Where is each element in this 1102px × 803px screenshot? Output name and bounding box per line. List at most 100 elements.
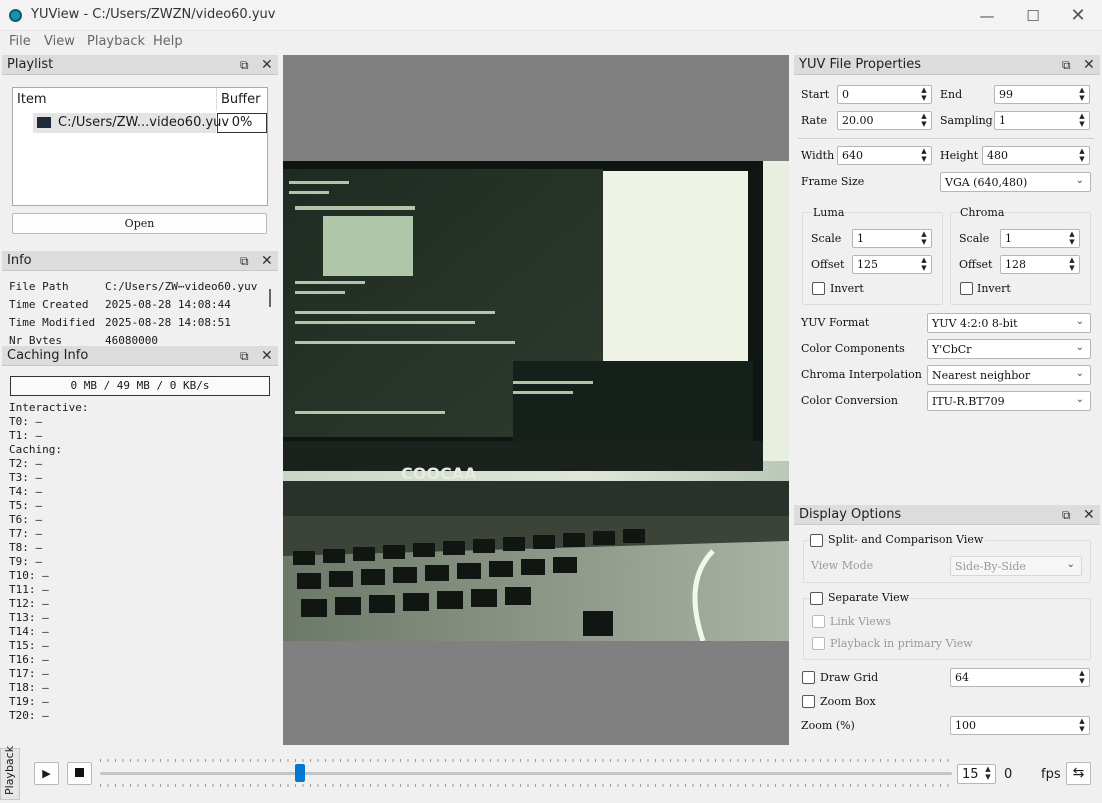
- playback-dock-tab[interactable]: Playback: [0, 746, 20, 800]
- separate-view-checkbox[interactable]: [810, 592, 823, 605]
- color-components-value: Y'CbCr: [932, 343, 972, 356]
- thread-row: T15: –: [9, 639, 49, 652]
- playlist-close-icon[interactable]: ✕: [261, 57, 273, 73]
- color-components-select[interactable]: Y'CbCr ⌄: [927, 339, 1091, 359]
- thread-row: T3: –: [9, 471, 43, 484]
- spin-arrows-icon[interactable]: ▲ ▼: [983, 765, 993, 782]
- slider-handle[interactable]: [295, 764, 305, 782]
- thread-row: T6: –: [9, 513, 43, 526]
- thread-row: T20: –: [9, 709, 49, 722]
- repeat-button[interactable]: ⇆: [1066, 762, 1091, 785]
- grid-size-spinbox[interactable]: 64 ▲ ▼: [950, 668, 1090, 687]
- open-button[interactable]: Open: [12, 213, 267, 234]
- width-spinbox[interactable]: 640 ▲ ▼: [837, 146, 932, 165]
- chroma-invert-checkbox[interactable]: [960, 282, 973, 295]
- caching-caching-label: Caching:: [9, 443, 62, 456]
- sampling-spinbox[interactable]: 1 ▲ ▼: [994, 111, 1090, 130]
- chroma-scale-spinbox[interactable]: 1 ▲ ▼: [1000, 229, 1080, 248]
- spin-arrows-icon[interactable]: ▲ ▼: [1077, 112, 1087, 129]
- display-float-icon[interactable]: ⧉: [1062, 508, 1071, 523]
- split-view-label: Split- and Comparison View: [828, 533, 986, 546]
- info-float-icon[interactable]: ⧉: [240, 254, 249, 269]
- yuv-format-select[interactable]: YUV 4:2:0 8-bit ⌄: [927, 313, 1091, 333]
- zoom-box-checkbox[interactable]: [802, 695, 815, 708]
- zoom-spinbox[interactable]: 100 ▲ ▼: [950, 716, 1090, 735]
- luma-scale-spinbox[interactable]: 1 ▲ ▼: [852, 229, 932, 248]
- chevron-down-icon: ⌄: [1066, 559, 1075, 570]
- play-button[interactable]: ▶: [34, 762, 59, 785]
- menu-playback[interactable]: Playback: [87, 34, 145, 49]
- rate-label: Rate: [801, 114, 828, 127]
- luma-offset-spinbox[interactable]: 125 ▲ ▼: [852, 255, 932, 274]
- playlist-float-icon[interactable]: ⧉: [240, 58, 249, 73]
- chevron-down-icon: ⌄: [1075, 394, 1084, 405]
- menu-view[interactable]: View: [44, 34, 75, 49]
- spin-arrows-icon[interactable]: ▲ ▼: [919, 256, 929, 273]
- caching-close-icon[interactable]: ✕: [261, 348, 273, 364]
- menu-help[interactable]: Help: [153, 34, 183, 49]
- info-close-icon[interactable]: ✕: [261, 253, 273, 269]
- playback-primary-label: Playback in primary View: [830, 637, 973, 650]
- spin-arrows-icon[interactable]: ▲ ▼: [919, 86, 929, 103]
- spin-arrows-icon[interactable]: ▲ ▼: [1077, 717, 1087, 734]
- zoom-value: 100: [955, 719, 976, 732]
- spin-arrows-icon[interactable]: ▲ ▼: [1077, 147, 1087, 164]
- yuv-close-icon[interactable]: ✕: [1083, 57, 1095, 73]
- yuv-float-icon[interactable]: ⧉: [1062, 58, 1071, 73]
- zoom-box-label: Zoom Box: [820, 695, 876, 708]
- rate-spinbox[interactable]: 20.00 ▲ ▼: [837, 111, 932, 130]
- minimize-icon[interactable]: —: [964, 0, 1010, 31]
- chroma-invert-label: Invert: [977, 282, 1011, 295]
- chroma-interp-select[interactable]: Nearest neighbor ⌄: [927, 365, 1091, 385]
- draw-grid-checkbox[interactable]: [802, 671, 815, 684]
- info-key: Nr Bytes: [9, 334, 62, 344]
- spin-arrows-icon[interactable]: ▲ ▼: [919, 147, 929, 164]
- maximize-icon[interactable]: ☐: [1010, 0, 1056, 31]
- spin-arrows-icon[interactable]: ▲ ▼: [1077, 669, 1087, 686]
- grid-size-value: 64: [955, 671, 969, 684]
- draw-grid-label: Draw Grid: [820, 671, 879, 684]
- frame-slider[interactable]: [100, 759, 952, 787]
- caching-float-icon[interactable]: ⧉: [240, 349, 249, 364]
- info-key: File Path: [9, 280, 69, 293]
- playlist-tree[interactable]: Item Buffer C:/Users/ZW...video60.yuv 0%: [12, 87, 268, 206]
- fps-label: fps: [1041, 767, 1061, 782]
- chroma-title: Chroma: [959, 206, 1006, 219]
- height-spinbox[interactable]: 480 ▲ ▼: [982, 146, 1090, 165]
- yuv-title: YUV File Properties: [799, 57, 922, 72]
- split-view-checkbox[interactable]: [810, 534, 823, 547]
- spin-arrows-icon[interactable]: ▲ ▼: [1067, 230, 1077, 247]
- thread-row: T17: –: [9, 667, 49, 680]
- end-spinbox[interactable]: 99 ▲ ▼: [994, 85, 1090, 104]
- video-viewer[interactable]: COOCAA: [283, 55, 789, 745]
- width-value: 640: [842, 149, 863, 162]
- info-title: Info: [7, 253, 32, 268]
- zoom-label: Zoom (%): [801, 719, 855, 732]
- height-value: 480: [987, 149, 1008, 162]
- luma-scale-value: 1: [857, 232, 864, 245]
- display-close-icon[interactable]: ✕: [1083, 507, 1095, 523]
- link-views-checkbox[interactable]: [812, 615, 825, 628]
- info-scrollbar[interactable]: [269, 289, 271, 307]
- chroma-offset-spinbox[interactable]: 128 ▲ ▼: [1000, 255, 1080, 274]
- playback-primary-checkbox[interactable]: [812, 637, 825, 650]
- spin-arrows-icon[interactable]: ▲ ▼: [919, 230, 929, 247]
- color-conversion-select[interactable]: ITU-R.BT709 ⌄: [927, 391, 1091, 411]
- thread-row: T13: –: [9, 611, 49, 624]
- divider: [798, 138, 1094, 139]
- spin-arrows-icon[interactable]: ▲ ▼: [1077, 86, 1087, 103]
- framesize-select[interactable]: VGA (640,480) ⌄: [940, 172, 1091, 192]
- chroma-interp-value: Nearest neighbor: [932, 369, 1031, 382]
- start-spinbox[interactable]: 0 ▲ ▼: [837, 85, 932, 104]
- close-icon[interactable]: ✕: [1055, 0, 1101, 31]
- view-mode-select[interactable]: Side-By-Side ⌄: [950, 556, 1082, 576]
- menu-file[interactable]: File: [9, 34, 31, 49]
- spin-arrows-icon[interactable]: ▲ ▼: [919, 112, 929, 129]
- luma-invert-checkbox[interactable]: [812, 282, 825, 295]
- caching-title: Caching Info: [7, 348, 89, 363]
- chroma-scale-label: Scale: [959, 232, 990, 245]
- playlist-item[interactable]: C:/Users/ZW...video60.yuv: [33, 113, 229, 133]
- fps-spinbox[interactable]: 15 ▲ ▼: [957, 764, 996, 784]
- stop-button[interactable]: [67, 762, 92, 785]
- spin-arrows-icon[interactable]: ▲ ▼: [1067, 256, 1077, 273]
